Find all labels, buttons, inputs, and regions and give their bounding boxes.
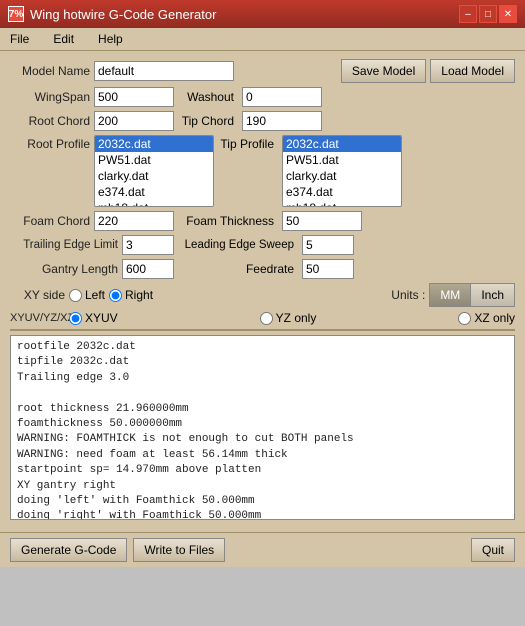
generate-gcode-button[interactable]: Generate G-Code — [10, 538, 127, 562]
minimize-button[interactable]: – — [459, 5, 477, 23]
app-icon: 7% — [8, 6, 24, 22]
wingspan-row: WingSpan Washout — [10, 87, 515, 107]
output-line: rootfile 2032c.dat — [17, 340, 508, 355]
output-line: startpoint sp= 14.970mm above platten — [17, 463, 508, 478]
menu-edit[interactable]: Edit — [47, 30, 80, 48]
output-line: root thickness 21.960000mm — [17, 402, 508, 417]
wingspan-input[interactable] — [94, 87, 174, 107]
yz-only-option[interactable]: YZ only — [260, 311, 317, 325]
trailing-edge-limit-label: Trailing Edge Limit — [10, 239, 118, 251]
xy-right-label: Right — [125, 288, 153, 302]
model-name-input[interactable] — [94, 61, 234, 81]
output-line: doing 'left' with Foamthick 50.000mm — [17, 494, 508, 509]
close-button[interactable]: ✕ — [499, 5, 517, 23]
xyuv-option[interactable]: XYUV — [69, 311, 118, 325]
foam-chord-input[interactable] — [94, 211, 174, 231]
feedrate-label: Feedrate — [178, 262, 298, 276]
quit-button[interactable]: Quit — [471, 538, 515, 562]
gantry-length-label: Gantry Length — [10, 262, 118, 276]
output-line: doing 'right' with Foamthick 50.000mm — [17, 509, 508, 520]
washout-input[interactable] — [242, 87, 322, 107]
leading-edge-sweep-input[interactable] — [302, 235, 354, 255]
menu-file[interactable]: File — [4, 30, 35, 48]
yz-only-radio[interactable] — [260, 312, 273, 325]
root-profile-label: Root Profile — [10, 135, 90, 151]
xyuv-label: XYUV/YZ/XZ — [10, 312, 65, 324]
units-selector: MM Inch — [429, 283, 515, 307]
trailing-edge-limit-input[interactable] — [122, 235, 174, 255]
xz-only-option[interactable]: XZ only — [458, 311, 515, 325]
root-chord-label: Root Chord — [10, 114, 90, 128]
output-area[interactable]: rootfile 2032c.dattipfile 2032c.dat Trai… — [10, 335, 515, 520]
write-files-button[interactable]: Write to Files — [133, 538, 225, 562]
output-line: WARNING: need foam at least 56.14mm thic… — [17, 448, 508, 463]
foam-thickness-label: Foam Thickness — [178, 214, 278, 228]
units-inch-button[interactable]: Inch — [471, 284, 514, 306]
menu-bar: File Edit Help — [0, 28, 525, 51]
profile-row: Root Profile 2032c.dat PW51.dat clarky.d… — [10, 135, 515, 207]
menu-help[interactable]: Help — [92, 30, 129, 48]
tip-profile-label: Tip Profile — [218, 135, 278, 151]
xy-right-option[interactable]: Right — [109, 288, 153, 302]
model-name-label: Model Name — [10, 64, 90, 78]
tip-chord-label: Tip Chord — [178, 114, 238, 128]
root-chord-input[interactable] — [94, 111, 174, 131]
window-title: Wing hotwire G-Code Generator — [30, 7, 216, 22]
xyuv-radio[interactable] — [69, 312, 82, 325]
xy-left-radio[interactable] — [69, 289, 82, 302]
root-profile-listbox[interactable]: 2032c.dat PW51.dat clarky.dat e374.dat m… — [94, 135, 214, 207]
output-line: foamthickness 50.000000mm — [17, 417, 508, 432]
xy-right-radio[interactable] — [109, 289, 122, 302]
tip-profile-listbox[interactable]: 2032c.dat PW51.dat clarky.dat e374.dat m… — [282, 135, 402, 207]
foam-row: Foam Chord Foam Thickness — [10, 211, 515, 231]
chord-row: Root Chord Tip Chord — [10, 111, 515, 131]
bottom-bar: Generate G-Code Write to Files Quit — [0, 532, 525, 567]
main-content: Model Name Save Model Load Model WingSpa… — [0, 51, 525, 532]
model-name-row: Model Name Save Model Load Model — [10, 59, 515, 83]
wingspan-label: WingSpan — [10, 90, 90, 104]
output-divider — [10, 329, 515, 331]
foam-chord-label: Foam Chord — [10, 214, 90, 228]
gantry-length-input[interactable] — [122, 259, 174, 279]
output-line: XY gantry right — [17, 479, 508, 494]
leading-edge-sweep-label: Leading Edge Sweep — [178, 239, 298, 251]
title-bar: 7% Wing hotwire G-Code Generator – □ ✕ — [0, 0, 525, 28]
xy-left-label: Left — [85, 288, 105, 302]
washout-label: Washout — [178, 90, 238, 104]
tip-chord-input[interactable] — [242, 111, 322, 131]
xyuv-row: XYUV/YZ/XZ XYUV YZ only XZ only — [10, 311, 515, 325]
save-model-button[interactable]: Save Model — [341, 59, 426, 83]
yz-only-label: YZ only — [276, 311, 317, 325]
units-label: Units : — [385, 288, 425, 302]
xy-side-label: XY side — [10, 288, 65, 302]
xy-left-option[interactable]: Left — [69, 288, 105, 302]
feedrate-input[interactable] — [302, 259, 354, 279]
output-line: tipfile 2032c.dat — [17, 355, 508, 370]
edge-row: Trailing Edge Limit Leading Edge Sweep — [10, 235, 515, 255]
output-line: Trailing edge 3.0 — [17, 371, 508, 386]
xy-units-row: XY side Left Right Units : MM Inch — [10, 283, 515, 307]
output-line: WARNING: FOAMTHICK is not enough to cut … — [17, 432, 508, 447]
maximize-button[interactable]: □ — [479, 5, 497, 23]
xz-only-radio[interactable] — [458, 312, 471, 325]
xz-only-label: XZ only — [474, 311, 515, 325]
foam-thickness-input[interactable] — [282, 211, 362, 231]
xyuv-mode-label: XYUV — [85, 311, 118, 325]
gantry-row: Gantry Length Feedrate — [10, 259, 515, 279]
units-mm-button[interactable]: MM — [430, 284, 471, 306]
load-model-button[interactable]: Load Model — [430, 59, 515, 83]
